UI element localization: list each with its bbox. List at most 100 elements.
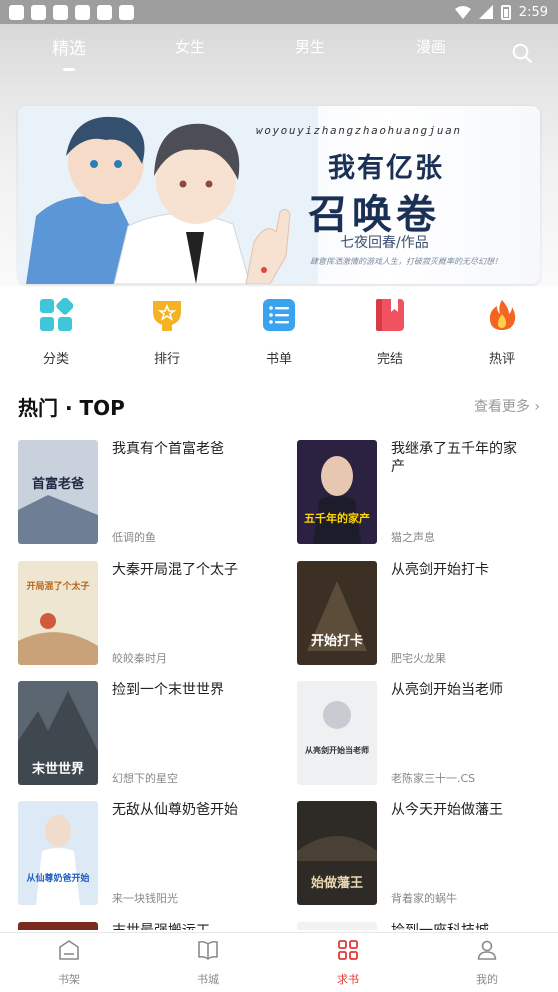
book-cover: 末世世界 xyxy=(18,681,98,785)
signal-icon xyxy=(478,5,493,19)
book-title: 无敌从仙尊奶爸开始 xyxy=(112,802,238,818)
svg-text:开始打卡: 开始打卡 xyxy=(311,633,363,649)
grid-icon xyxy=(40,297,74,331)
trophy-icon xyxy=(153,301,181,331)
request-grid-icon xyxy=(338,940,358,960)
book-author: 幻想下的星空 xyxy=(112,772,178,785)
book-item[interactable]: 五千年的家产 我继承了五千年的家产 猫之声息 xyxy=(297,440,542,544)
top-tab-bar: 精选 女生 男生 漫画 xyxy=(0,34,558,74)
hot-top-header: 热门 · TOP 查看更多 › xyxy=(18,392,540,420)
bottom-tab-label: 求书 xyxy=(337,973,359,986)
notification-icons xyxy=(0,4,134,20)
search-icon[interactable] xyxy=(512,43,532,63)
bottom-tab-label: 书城 xyxy=(197,973,219,986)
book-title: 从亮剑开始打卡 xyxy=(391,562,489,578)
profile-icon xyxy=(477,940,497,960)
tab-comics[interactable]: 漫画 xyxy=(416,36,446,57)
book-author: 背着家的蜗牛 xyxy=(391,892,457,905)
svg-text:开局混了个太子: 开局混了个太子 xyxy=(26,580,89,592)
book-author: 皎皎秦时月 xyxy=(112,652,167,665)
book-author: 来一块钱阳光 xyxy=(112,892,178,905)
book-item[interactable]: 末世最强搬运工 xyxy=(18,922,263,930)
bottom-tab-request[interactable]: 求书 xyxy=(308,939,388,987)
book-title: 我真有个首富老爸 xyxy=(112,441,224,457)
category-label: 热评 xyxy=(488,352,515,367)
book-title: 末世最强搬运工 xyxy=(112,922,242,930)
book-item[interactable]: 开始打卡 从亮剑开始打卡 肥宅火龙果 xyxy=(297,561,542,665)
svg-text:首富老爸: 首富老爸 xyxy=(32,476,84,492)
bottom-tab-bookstore[interactable]: 书城 xyxy=(168,939,248,987)
book-item[interactable]: 首富老爸 我真有个首富老爸 低调的鱼 xyxy=(18,440,263,544)
book-title: 捡到一座科技城 xyxy=(391,922,521,930)
book-cover: 首富老爸 xyxy=(18,440,98,544)
banner-title-line1: 我有亿张 xyxy=(328,153,444,184)
category-label: 排行 xyxy=(153,352,180,367)
book-item[interactable]: 末世世界 捡到一个末世世界 幻想下的星空 xyxy=(18,681,263,785)
notification-icon xyxy=(119,4,134,20)
category-shortcuts: 分类 排行 书单 完结 热评 xyxy=(0,297,558,368)
bookshelf-icon xyxy=(59,940,79,960)
svg-text:始做藩王: 始做藩王 xyxy=(311,875,363,891)
flame-icon xyxy=(489,300,516,330)
wifi-icon xyxy=(454,5,471,19)
book-item[interactable]: 从亮剑开始当老师 从亮剑开始当老师 老陈家三十一.CS xyxy=(297,681,542,785)
list-icon xyxy=(263,299,295,331)
category-ranking[interactable]: 排行 xyxy=(127,298,207,367)
book-item[interactable]: 开局混了个太子 大秦开局混了个太子 皎皎秦时月 xyxy=(18,561,263,665)
bottom-tab-label: 书架 xyxy=(58,973,80,986)
status-time: 2:59 xyxy=(518,4,548,20)
category-finished[interactable]: 完结 xyxy=(350,298,430,367)
section-title: 热门 · TOP xyxy=(18,396,125,420)
banner-pinyin: woyouyizhangzhaohuangjuan xyxy=(256,124,462,137)
book-author: 老陈家三十一.CS xyxy=(391,772,476,785)
category-label: 书单 xyxy=(265,352,292,367)
svg-text:从仙尊奶爸开始: 从仙尊奶爸开始 xyxy=(26,872,89,884)
see-more-link[interactable]: 查看更多 › xyxy=(474,396,540,416)
notification-icon xyxy=(9,4,24,20)
banner-tagline: 肆意挥洒激情的游戏人生，打破寂灭概率的无尽幻想！ xyxy=(310,257,502,266)
book-author: 肥宅火龙果 xyxy=(391,652,446,665)
svg-text:从亮剑开始当老师: 从亮剑开始当老师 xyxy=(305,745,369,755)
header: 精选 女生 男生 漫画 woyouyizhangzhaohuangjuan 我有… xyxy=(0,24,558,286)
notification-icon xyxy=(53,4,68,20)
chevron-right-icon: › xyxy=(529,399,540,415)
book-title: 大秦开局混了个太子 xyxy=(112,562,238,578)
status-bar: 2:59 xyxy=(0,0,558,24)
banner-author: 七夜回春/作品 xyxy=(340,235,429,251)
bottom-tab-bookshelf[interactable]: 书架 xyxy=(29,939,109,987)
category-classify[interactable]: 分类 xyxy=(16,297,96,367)
svg-text:五千年的家产: 五千年的家产 xyxy=(304,511,370,525)
book-title: 捡到一个末世世界 xyxy=(112,682,224,698)
category-hot-reviews[interactable]: 热评 xyxy=(462,298,542,367)
tab-male[interactable]: 男生 xyxy=(295,36,325,57)
book-title: 从今天开始做藩王 xyxy=(391,802,503,818)
notification-icon xyxy=(75,4,90,20)
bottom-tab-label: 我的 xyxy=(476,973,498,986)
svg-text:末世世界: 末世世界 xyxy=(31,761,84,777)
battery-icon xyxy=(500,4,511,20)
bottom-tab-profile[interactable]: 我的 xyxy=(447,939,527,987)
book-cover xyxy=(297,922,377,930)
tab-female[interactable]: 女生 xyxy=(175,36,205,57)
book-cover: 从亮剑开始当老师 xyxy=(297,681,377,785)
book-item[interactable]: 始做藩王 从今天开始做藩王 背着家的蜗牛 xyxy=(297,801,542,905)
category-label: 完结 xyxy=(376,352,403,367)
bookmark-book-icon xyxy=(376,299,404,331)
open-book-icon xyxy=(198,940,218,960)
book-author: 低调的鱼 xyxy=(112,531,156,544)
book-item[interactable]: 从仙尊奶爸开始 无敌从仙尊奶爸开始 来一块钱阳光 xyxy=(18,801,263,905)
book-cover: 开局混了个太子 xyxy=(18,561,98,665)
notification-icon xyxy=(97,4,112,20)
bottom-tab-bar: 书架 书城 求书 我的 xyxy=(0,932,558,992)
tab-featured[interactable]: 精选 xyxy=(52,34,86,71)
book-grid: 首富老爸 我真有个首富老爸 低调的鱼 五千年的家产 我继承了五千年的家产 猫之声… xyxy=(0,440,558,930)
book-item[interactable]: 捡到一座科技城 xyxy=(297,922,542,930)
book-cover: 从仙尊奶爸开始 xyxy=(18,801,98,905)
see-more-label: 查看更多 xyxy=(473,399,530,415)
book-title: 从亮剑开始当老师 xyxy=(391,682,503,698)
book-author: 猫之声息 xyxy=(391,531,435,544)
category-label: 分类 xyxy=(42,352,69,367)
category-booklist[interactable]: 书单 xyxy=(239,298,319,367)
book-cover: 始做藩王 xyxy=(297,801,377,905)
promo-banner[interactable]: woyouyizhangzhaohuangjuan 我有亿张 召唤卷 七夜回春/… xyxy=(18,106,540,284)
